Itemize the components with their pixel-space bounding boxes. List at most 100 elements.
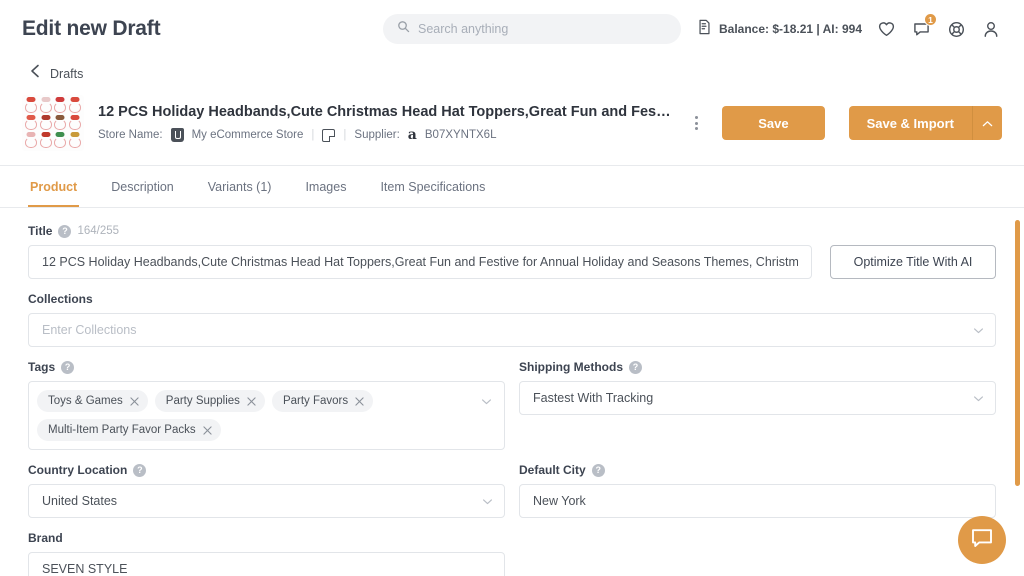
title-label-row: Title ? 164/255: [28, 224, 996, 238]
chat-icon[interactable]: 1: [910, 13, 937, 40]
product-meta: Store Name: My eCommerce Store | | Suppl…: [98, 128, 671, 142]
balance-doc-icon: [697, 19, 712, 40]
brand-input[interactable]: [28, 552, 505, 576]
tab-item-specifications[interactable]: Item Specifications: [378, 166, 487, 207]
tag-chip-label: Toys & Games: [48, 395, 123, 407]
supplier-sku: B07XYNTX6L: [424, 129, 497, 141]
country-label-row: Country Location ?: [28, 463, 505, 477]
brand-label-row: Brand: [28, 531, 505, 545]
store-name-label: Store Name:: [98, 129, 163, 141]
shipping-methods-label: Shipping Methods: [519, 360, 623, 374]
brand-row: Brand: [28, 531, 996, 576]
country-location-select[interactable]: [28, 484, 505, 518]
chat-support-button[interactable]: [958, 516, 1006, 564]
note-icon[interactable]: [322, 128, 336, 142]
collections-select-wrap: [28, 313, 996, 347]
tag-chip-label: Multi-Item Party Favor Packs: [48, 424, 196, 436]
remove-tag-icon[interactable]: [247, 396, 256, 406]
heart-icon[interactable]: [875, 18, 897, 40]
default-city-label: Default City: [519, 463, 586, 477]
shopify-icon: [170, 128, 184, 142]
country-city-row: Country Location ? Default City ?: [28, 463, 996, 531]
title-counter: 164/255: [77, 225, 120, 237]
tag-chip[interactable]: Party Supplies: [154, 390, 265, 412]
tab-bar: Product Description Variants (1) Images …: [0, 166, 1024, 208]
chevron-up-icon: [982, 116, 993, 131]
default-city-input[interactable]: [519, 484, 996, 518]
title-label: Title: [28, 224, 53, 238]
top-bar-actions: Balance: $-18.21 | AI: 994 1: [697, 13, 1002, 40]
search-icon: [397, 20, 410, 38]
tab-variants[interactable]: Variants (1): [206, 166, 274, 207]
product-info: 12 PCS Holiday Headbands,Cute Christmas …: [98, 104, 671, 142]
field-collections: Collections: [28, 292, 996, 347]
meta-divider: |: [311, 129, 315, 141]
tab-description[interactable]: Description: [109, 166, 176, 207]
optimize-title-button[interactable]: Optimize Title With AI: [830, 245, 996, 279]
tags-input[interactable]: Toys & Games Party Supplies Party Favors…: [28, 381, 505, 450]
city-label-row: Default City ?: [519, 463, 996, 477]
more-options-button[interactable]: [685, 110, 708, 136]
brand-label: Brand: [28, 531, 63, 545]
help-icon[interactable]: ?: [133, 463, 147, 477]
balance-display[interactable]: Balance: $-18.21 | AI: 994: [697, 19, 862, 40]
field-tags: Tags ? Toys & Games Party Supplies Party…: [28, 360, 505, 450]
save-and-import-dropdown-button[interactable]: [972, 106, 1002, 140]
collections-label: Collections: [28, 292, 93, 306]
shipping-select-wrap: [519, 381, 996, 415]
field-country-location: Country Location ?: [28, 463, 505, 518]
lifebuoy-icon[interactable]: [945, 18, 967, 40]
field-title: Title ? 164/255 Optimize Title With AI: [28, 224, 996, 279]
tab-images[interactable]: Images: [303, 166, 348, 207]
help-icon[interactable]: ?: [61, 360, 75, 374]
top-bar: Edit new Draft Balance: $-: [0, 0, 1024, 58]
vertical-scrollbar[interactable]: [1015, 220, 1020, 486]
save-and-import-button[interactable]: Save & Import: [848, 106, 972, 140]
tag-chip[interactable]: Multi-Item Party Favor Packs: [37, 419, 221, 441]
product-form: Title ? 164/255 Optimize Title With AI C…: [0, 208, 1024, 576]
help-icon[interactable]: ?: [591, 463, 605, 477]
balance-text: Balance: $-18.21 | AI: 994: [719, 22, 862, 36]
product-title: 12 PCS Holiday Headbands,Cute Christmas …: [98, 104, 671, 120]
search-bar[interactable]: [383, 14, 681, 44]
chat-bubble-icon: [970, 527, 994, 554]
product-thumbnail[interactable]: [22, 95, 84, 151]
title-input[interactable]: [28, 245, 812, 279]
save-button[interactable]: Save: [722, 106, 825, 140]
tag-chip-label: Party Supplies: [165, 395, 240, 407]
meta-divider: |: [343, 129, 347, 141]
supplier-label: Supplier:: [354, 129, 400, 141]
breadcrumb: Drafts: [0, 58, 1024, 83]
country-location-label: Country Location: [28, 463, 128, 477]
tags-label-row: Tags ?: [28, 360, 505, 374]
field-shipping-methods: Shipping Methods ?: [519, 360, 996, 450]
user-icon[interactable]: [980, 18, 1002, 40]
help-icon[interactable]: ?: [629, 360, 642, 374]
country-select-wrap: [28, 484, 505, 518]
shipping-methods-select[interactable]: [519, 381, 996, 415]
tag-chip[interactable]: Party Favors: [271, 390, 374, 412]
tags-shipping-row: Tags ? Toys & Games Party Supplies Party…: [28, 360, 996, 463]
tab-product[interactable]: Product: [28, 166, 80, 207]
tag-chip[interactable]: Toys & Games: [37, 390, 148, 412]
brand-row-spacer: [519, 531, 996, 576]
chevron-down-icon[interactable]: [481, 392, 492, 410]
product-header: 12 PCS Holiday Headbands,Cute Christmas …: [0, 83, 1024, 166]
field-default-city: Default City ?: [519, 463, 996, 518]
tag-chip-label: Party Favors: [282, 395, 349, 407]
remove-tag-icon[interactable]: [130, 396, 139, 406]
page-title: Edit new Draft: [22, 17, 161, 40]
remove-tag-icon[interactable]: [355, 396, 364, 406]
back-label: Drafts: [50, 66, 84, 81]
field-brand: Brand: [28, 531, 505, 576]
chevron-left-icon: [30, 64, 40, 83]
collections-input[interactable]: [28, 313, 996, 347]
search-input[interactable]: [418, 22, 667, 36]
remove-tag-icon[interactable]: [202, 425, 212, 435]
amazon-icon: a: [407, 127, 417, 143]
notification-badge: 1: [924, 13, 937, 26]
app-root: Edit new Draft Balance: $-: [0, 0, 1024, 576]
back-to-drafts-link[interactable]: Drafts: [30, 64, 83, 83]
tags-label: Tags: [28, 360, 56, 374]
help-icon[interactable]: ?: [58, 224, 72, 238]
